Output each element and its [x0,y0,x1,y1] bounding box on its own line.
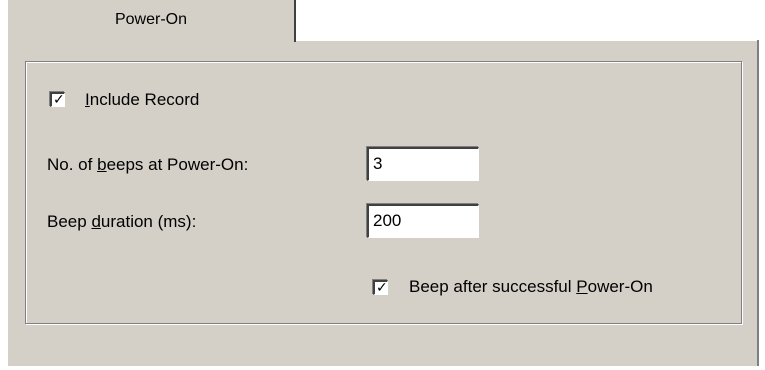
beeps-count-input[interactable]: 3 [367,147,479,181]
beep-after-power-on-checkbox[interactable]: ✓ [373,279,388,295]
accelerator-key: d [91,212,101,231]
tab-power-on[interactable]: Power-On [7,0,296,42]
beep-after-power-on-label[interactable]: Beep after successful Power-On [409,277,653,297]
beeps-count-label: No. of beeps at Power-On: [47,155,249,174]
include-record-label[interactable]: Include Record [85,90,199,110]
accelerator-key: P [576,277,588,296]
checkmark-icon: ✓ [376,279,388,295]
tab-power-on-label: Power-On [114,11,188,28]
checkmark-icon: ✓ [53,91,65,107]
beep-duration-label: Beep duration (ms): [47,212,197,231]
dialog-area: Power-On ✓ Include Record No. of beeps a… [0,0,765,370]
beep-duration-input[interactable]: 200 [367,204,479,238]
accelerator-key: b [97,155,107,174]
include-record-checkbox[interactable]: ✓ [50,91,65,107]
